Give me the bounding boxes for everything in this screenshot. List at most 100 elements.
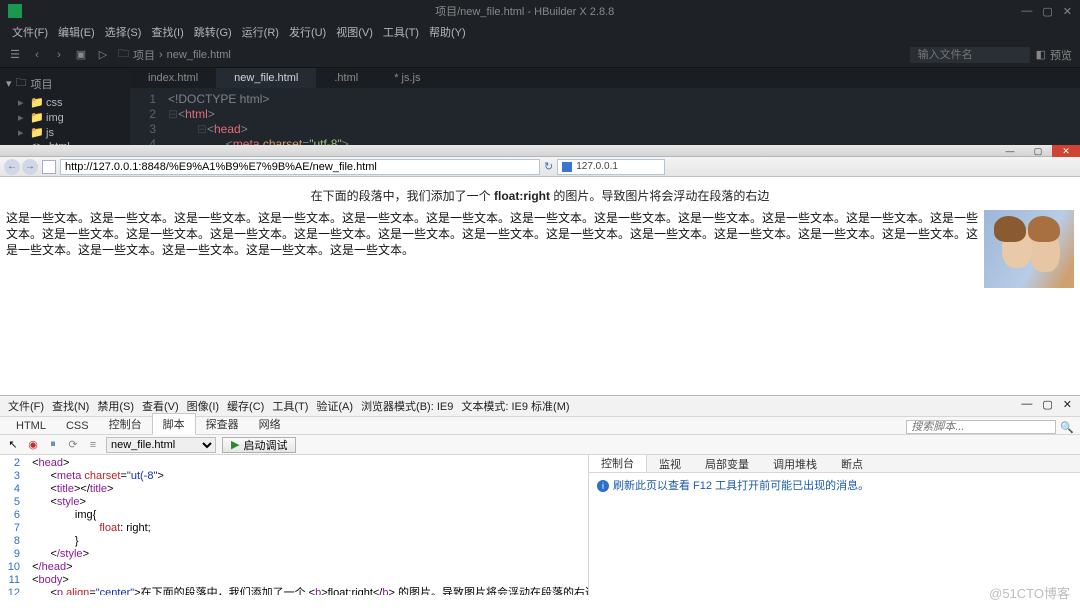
menu-file[interactable]: 文件(F) bbox=[8, 24, 52, 40]
hb-close-button[interactable]: ✕ bbox=[1063, 5, 1072, 18]
run-icon[interactable]: ▷ bbox=[96, 48, 110, 62]
dt-menu-tools[interactable]: 工具(T) bbox=[270, 398, 310, 414]
crumb-0[interactable]: 项目 bbox=[133, 47, 155, 63]
source: <!DOCTYPE html> ⊟<html> ⊟<head> <meta ch… bbox=[162, 88, 1080, 145]
dt-tab-css[interactable]: CSS bbox=[56, 418, 99, 434]
pointer-icon[interactable]: ↖ bbox=[6, 438, 20, 452]
devtools: 文件(F) 查找(N) 禁用(S) 查看(V) 图像(I) 缓存(C) 工具(T… bbox=[0, 395, 1080, 595]
pause-icon[interactable]: ⏸ bbox=[46, 438, 60, 452]
tab-index[interactable]: index.html bbox=[130, 68, 216, 88]
crumb-folder-icon: 🗀 bbox=[118, 45, 129, 64]
stop-icon[interactable]: ◉ bbox=[26, 438, 40, 452]
tree-label: js bbox=[46, 127, 54, 139]
file-search-input[interactable] bbox=[910, 47, 1030, 63]
dt-tab-profiler[interactable]: 探查器 bbox=[196, 414, 249, 434]
code-editor[interactable]: 1234567 <!DOCTYPE html> ⊟<html> ⊟<head> … bbox=[130, 88, 1080, 145]
tab-html[interactable]: .html bbox=[316, 68, 376, 88]
menu-run[interactable]: 运行(R) bbox=[238, 24, 283, 40]
rtab-breakpoints[interactable]: 断点 bbox=[829, 456, 875, 472]
dt-close-button[interactable]: ✕ bbox=[1061, 398, 1074, 414]
sidebar-title: 项目 bbox=[31, 76, 53, 92]
menu-goto[interactable]: 跳转(G) bbox=[190, 24, 236, 40]
menu-edit[interactable]: 编辑(E) bbox=[54, 24, 99, 40]
dt-max-button[interactable]: ▢ bbox=[1040, 398, 1054, 414]
dt-tab-script[interactable]: 脚本 bbox=[152, 413, 196, 435]
rtab-watch[interactable]: 监视 bbox=[647, 456, 693, 472]
rtab-console[interactable]: 控制台 bbox=[589, 455, 647, 472]
menu-select[interactable]: 选择(S) bbox=[101, 24, 146, 40]
ie-forward-icon[interactable]: → bbox=[22, 159, 38, 175]
search-icon[interactable]: 🔍 bbox=[1060, 421, 1074, 434]
sidebar-toggle-icon[interactable]: ☰ bbox=[8, 48, 22, 62]
preview-button[interactable]: ◧ 预览 bbox=[1036, 47, 1072, 63]
page-heading: 在下面的段落中，我们添加了一个 float:right 的图片。导致图片将会浮动… bbox=[6, 187, 1074, 204]
hb-toolbar: ☰ ‹ › ▣ ▷ 🗀 项目 › new_file.html ◧ 预览 bbox=[0, 42, 1080, 68]
menu-find[interactable]: 查找(I) bbox=[147, 24, 187, 40]
rtab-locals[interactable]: 局部变量 bbox=[693, 456, 761, 472]
dt-tab-console[interactable]: 控制台 bbox=[99, 414, 152, 434]
editor-area: index.html new_file.html .html * js.js 1… bbox=[130, 68, 1080, 145]
start-debug-button[interactable]: ▶启动调试 bbox=[222, 437, 296, 453]
hbuilder-window: 项目/new_file.html - HBuilder X 2.8.8 — ▢ … bbox=[0, 0, 1080, 145]
back-icon[interactable]: ‹ bbox=[30, 48, 44, 62]
tab-js[interactable]: * js.js bbox=[376, 68, 438, 88]
step-icon[interactable]: ⟳ bbox=[66, 438, 80, 452]
dt-menu-image[interactable]: 图像(I) bbox=[185, 398, 221, 414]
dt-menu-cache[interactable]: 缓存(C) bbox=[225, 398, 266, 414]
dt-right-pane: 控制台 监视 局部变量 调用堆栈 断点 i刷新此页以查看 F12 工具打开前可能… bbox=[588, 455, 1080, 595]
editor-tabs: index.html new_file.html .html * js.js bbox=[130, 68, 1080, 88]
dt-menu-browsermode[interactable]: 浏览器模式(B): IE9 bbox=[359, 398, 455, 414]
hb-max-button[interactable]: ▢ bbox=[1042, 5, 1052, 18]
ie-min-button[interactable]: — bbox=[996, 145, 1024, 157]
dt-menu-disable[interactable]: 禁用(S) bbox=[95, 398, 136, 414]
dt-tab-html[interactable]: HTML bbox=[6, 418, 56, 434]
dt-menu-view[interactable]: 查看(V) bbox=[140, 398, 181, 414]
folder-icon: 🗀 bbox=[16, 74, 27, 93]
ie-close-button[interactable]: ✕ bbox=[1052, 145, 1080, 157]
script-select[interactable]: new_file.html bbox=[106, 437, 216, 453]
dt-min-button[interactable]: — bbox=[1019, 398, 1034, 414]
tree-label: css bbox=[46, 97, 63, 109]
dt-menu-file[interactable]: 文件(F) bbox=[6, 398, 46, 414]
tree-img[interactable]: ▸📁img bbox=[6, 110, 124, 125]
format-icon[interactable]: ≡ bbox=[86, 438, 100, 452]
ie-max-button[interactable]: ▢ bbox=[1024, 145, 1052, 157]
preview-icon: ◧ bbox=[1036, 48, 1046, 61]
hb-titlebar: 项目/new_file.html - HBuilder X 2.8.8 — ▢ … bbox=[0, 0, 1080, 22]
dt-tabs: HTML CSS 控制台 脚本 探查器 网络 🔍 bbox=[0, 417, 1080, 435]
ie-back-icon[interactable]: ← bbox=[4, 159, 20, 175]
caret-icon[interactable]: ▾ bbox=[6, 77, 12, 90]
hb-min-button[interactable]: — bbox=[1021, 5, 1032, 18]
ie-tab[interactable]: 127.0.0.1 bbox=[557, 159, 665, 175]
crumb-1[interactable]: new_file.html bbox=[167, 49, 231, 61]
sidebar-header: ▾ 🗀 项目 bbox=[6, 72, 124, 95]
dt-toolbar: ↖ ◉ ⏸ ⟳ ≡ new_file.html ▶启动调试 bbox=[0, 435, 1080, 455]
tab-newfile[interactable]: new_file.html bbox=[216, 68, 316, 88]
menu-publish[interactable]: 发行(U) bbox=[285, 24, 330, 40]
dt-menu-docmode[interactable]: 文本模式: IE9 标准(M) bbox=[459, 398, 571, 414]
dt-source-pane[interactable]: 2 <head> 3 <meta charset="ut(-8"> 4 <tit… bbox=[0, 455, 588, 595]
ie-url-input[interactable] bbox=[60, 159, 540, 175]
tree-js[interactable]: ▸📁js bbox=[6, 125, 124, 140]
menu-help[interactable]: 帮助(Y) bbox=[425, 24, 470, 40]
ie-titlebar: — ▢ ✕ bbox=[0, 145, 1080, 157]
dt-menu-validate[interactable]: 验证(A) bbox=[314, 398, 355, 414]
dt-search-input[interactable] bbox=[906, 420, 1056, 434]
dt-menu-find[interactable]: 查找(N) bbox=[50, 398, 91, 414]
crumb-sep: › bbox=[159, 49, 163, 61]
ie-refresh-icon[interactable]: ↻ bbox=[544, 160, 553, 173]
favicon-icon bbox=[562, 162, 572, 172]
folder-icon: 📁 bbox=[30, 96, 42, 109]
menu-view[interactable]: 视图(V) bbox=[332, 24, 377, 40]
info-icon: i bbox=[597, 480, 609, 492]
tree-css[interactable]: ▸📁css bbox=[6, 95, 124, 110]
ie-addressbar: ← → ↻ 127.0.0.1 bbox=[0, 157, 1080, 177]
hb-logo bbox=[8, 4, 22, 18]
play-icon: ▶ bbox=[231, 438, 239, 451]
forward-icon[interactable]: › bbox=[52, 48, 66, 62]
ie-page-icon bbox=[42, 160, 56, 174]
menu-tools[interactable]: 工具(T) bbox=[379, 24, 423, 40]
rtab-callstack[interactable]: 调用堆栈 bbox=[761, 456, 829, 472]
terminal-icon[interactable]: ▣ bbox=[74, 48, 88, 62]
dt-tab-network[interactable]: 网络 bbox=[249, 414, 291, 434]
